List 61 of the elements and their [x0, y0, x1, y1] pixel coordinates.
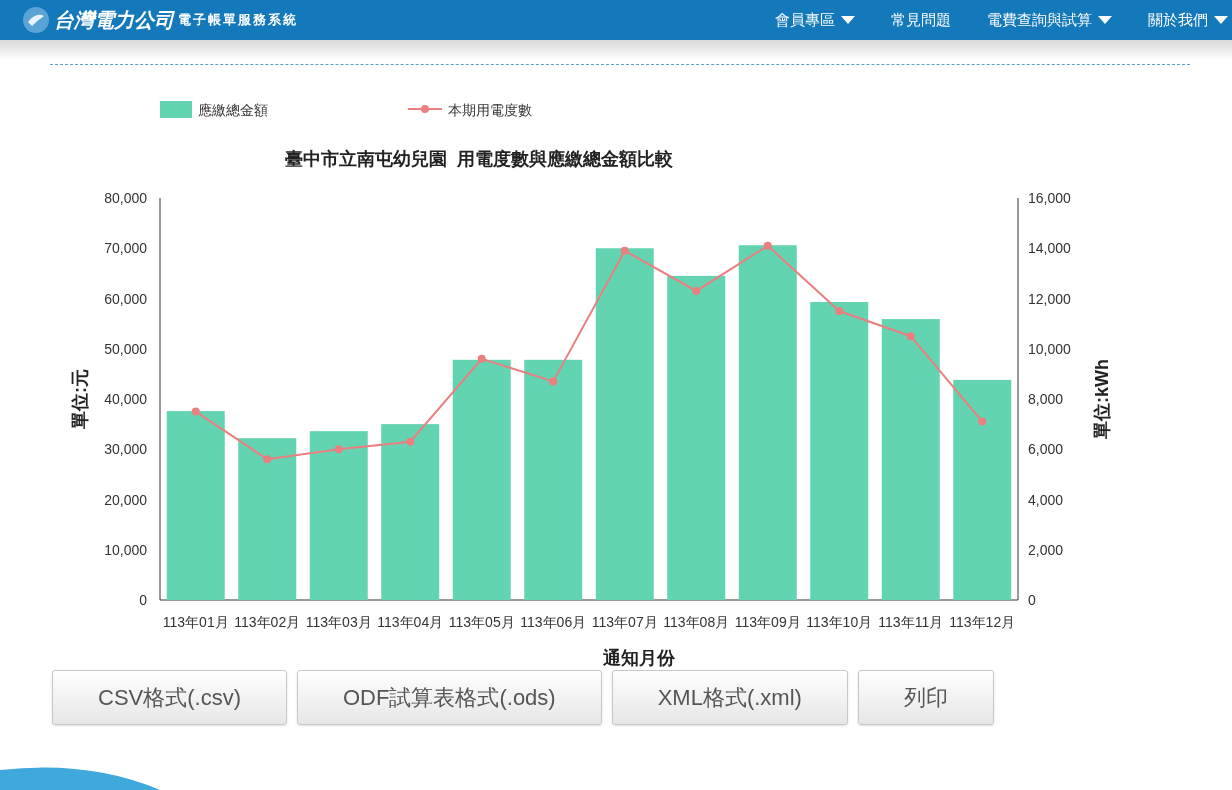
- data-point: [477, 354, 486, 363]
- axis-tick-label: 4,000: [1028, 491, 1064, 508]
- axis-tick-label: 6,000: [1028, 441, 1064, 458]
- axis-tick-label: 8,000: [1028, 391, 1064, 407]
- axis-tick-label: 14,000: [1028, 240, 1071, 257]
- axis-tick-label: 10,000: [1028, 340, 1071, 357]
- data-point: [263, 455, 272, 464]
- legend-line-icon: [407, 105, 443, 113]
- data-point: [763, 241, 772, 250]
- y-axis-title: 單位:元: [70, 369, 90, 429]
- logo-text: 台灣電力公司: [54, 7, 174, 34]
- chart-title: 臺中市立南屯幼兒園 用電度數與應繳總金額比較: [285, 149, 673, 169]
- axis-tick-label: 0: [1028, 592, 1036, 608]
- export-button[interactable]: CSV格式(.csv): [52, 670, 287, 725]
- axis-tick-label: 60,000: [104, 290, 147, 307]
- nav-link[interactable]: 常見問題: [891, 8, 951, 32]
- axis-tick-label: 16,000: [1028, 190, 1071, 206]
- export-button[interactable]: ODF試算表格式(.ods): [297, 670, 602, 725]
- axis-tick-label: 0: [139, 592, 147, 608]
- data-point: [978, 417, 987, 426]
- data-point: [692, 286, 701, 295]
- nav-link[interactable]: 會員專區: [775, 8, 855, 32]
- axis-tick-label: 113年04月: [377, 614, 444, 630]
- axis-tick-label: 113年12月: [949, 614, 1016, 630]
- axis-tick-label: 113年11月: [878, 614, 944, 630]
- axis-tick-label: 20,000: [104, 491, 147, 508]
- axis-tick-label: 113年10月: [806, 614, 873, 630]
- axis-tick-label: 10,000: [104, 541, 147, 558]
- axis-tick-label: 12,000: [1028, 290, 1071, 307]
- axis-tick-label: 113年08月: [663, 614, 730, 630]
- nav-link[interactable]: 關於我們: [1148, 8, 1228, 32]
- data-point: [620, 246, 629, 255]
- legend-swatch-icon: [160, 101, 192, 118]
- axis-tick-label: 113年05月: [448, 614, 515, 630]
- data-point: [835, 307, 844, 316]
- legend-label: 應繳總金額: [198, 102, 268, 118]
- axis-tick-label: 80,000: [104, 190, 147, 206]
- nav-link[interactable]: 電費查詢與試算: [987, 8, 1112, 32]
- system-name: 電子帳單服務系統: [178, 11, 298, 30]
- logo-icon: [22, 6, 50, 34]
- export-button[interactable]: XML格式(.xml): [611, 670, 848, 725]
- axis-tick-label: 113年06月: [520, 614, 587, 630]
- export-button[interactable]: 列印: [857, 670, 994, 725]
- axis-tick-label: 113年09月: [734, 614, 801, 630]
- axis-tick-label: 113年03月: [305, 614, 372, 630]
- axis-tick-label: 113年01月: [162, 614, 229, 630]
- axis-tick-label: 2,000: [1028, 541, 1064, 558]
- data-point: [406, 437, 415, 446]
- axis-tick-label: 113年02月: [234, 614, 301, 630]
- data-point: [191, 407, 200, 416]
- legend-label: 本期用電度數: [448, 102, 532, 118]
- axis-tick-label: 40,000: [104, 391, 147, 407]
- data-point: [906, 332, 915, 341]
- data-point: [334, 445, 343, 454]
- axis-tick-label: 113年07月: [591, 614, 658, 630]
- data-point: [549, 377, 558, 386]
- axis-tick-label: 50,000: [104, 340, 147, 357]
- axis-tick-label: 70,000: [104, 240, 147, 257]
- axis-tick-label: 30,000: [104, 441, 147, 458]
- y-axis-title: 單位:kWh: [1092, 359, 1112, 439]
- x-axis-title: 通知月份: [603, 648, 675, 668]
